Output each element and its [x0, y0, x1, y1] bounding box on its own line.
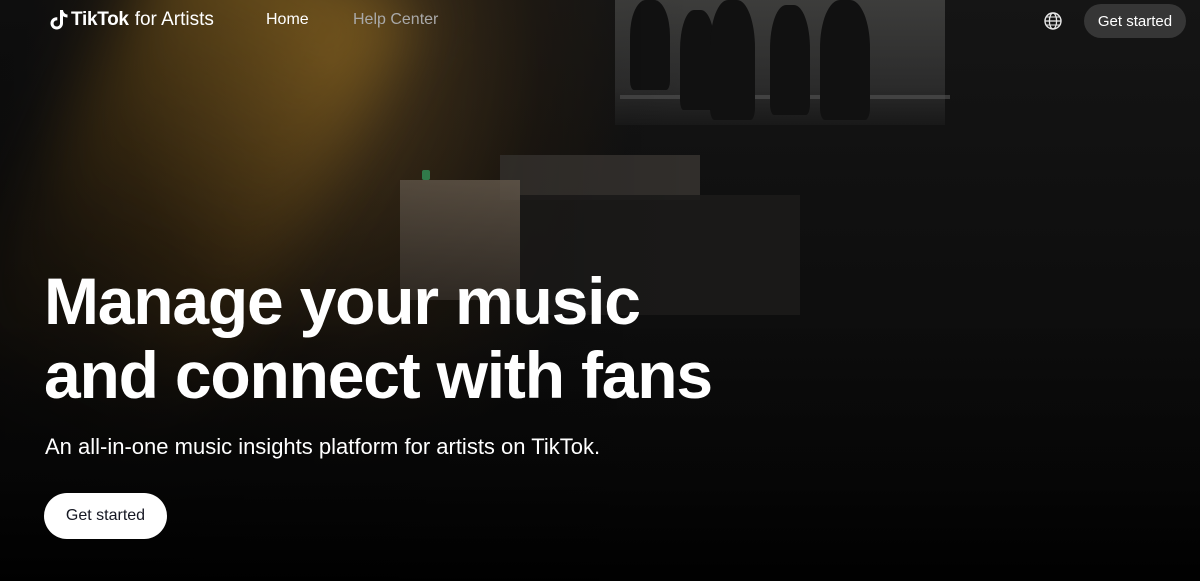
nav-link-home[interactable]: Home	[266, 11, 309, 29]
hero-headline-line1: Manage your music	[44, 264, 641, 338]
nav-link-help-center[interactable]: Help Center	[353, 11, 438, 29]
tiktok-note-icon	[50, 10, 68, 30]
hero-subheadline: An all-in-one music insights platform fo…	[45, 434, 601, 459]
hero-headline: Manage your music and connect with fans	[44, 264, 804, 412]
top-navigation: TikTok for Artists Home Help Center Get …	[0, 0, 1200, 42]
logo-suffix-text: for Artists	[134, 9, 214, 30]
hero-headline-line2: and connect with fans	[44, 338, 713, 412]
tiktok-for-artists-logo[interactable]: TikTok for Artists	[50, 8, 214, 32]
nav-get-started-button[interactable]: Get started	[1084, 4, 1186, 38]
hero-section: TikTok for Artists Home Help Center Get …	[0, 0, 1200, 581]
logo-brand-text: TikTok	[71, 9, 129, 30]
globe-icon[interactable]	[1043, 11, 1063, 31]
hero-get-started-button[interactable]: Get started	[44, 493, 167, 539]
